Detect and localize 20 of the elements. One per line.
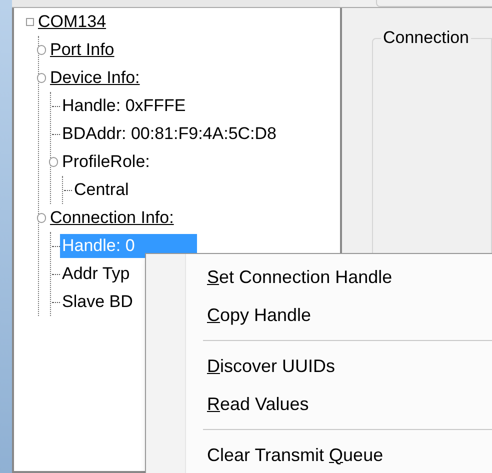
tree-item[interactable]: Handle: 0xFFFE xyxy=(60,94,188,118)
expander-icon[interactable] xyxy=(37,73,46,83)
tree-item[interactable]: Slave BD xyxy=(60,290,135,314)
menu-item[interactable]: Clear Transmit Queue xyxy=(146,436,492,473)
menu-item[interactable]: Discover UUIDs xyxy=(146,347,492,385)
tree-item[interactable]: Central xyxy=(72,178,131,202)
menu-item[interactable]: Set Connection Handle xyxy=(146,258,492,296)
expander-icon[interactable] xyxy=(49,157,58,167)
tree-item[interactable]: ProfileRole: xyxy=(60,150,152,174)
tree-item[interactable]: Addr Typ xyxy=(60,262,132,286)
tree-item[interactable]: BDAddr: 00:81:F9:4A:5C:D8 xyxy=(60,122,279,146)
tree-item[interactable]: Device Info: xyxy=(48,66,142,90)
tree-item[interactable]: Connection Info: xyxy=(48,206,176,230)
tree-item[interactable]: Port Info xyxy=(48,38,116,62)
expander-icon[interactable] xyxy=(26,18,34,26)
expander-icon[interactable] xyxy=(37,45,46,55)
menu-item[interactable]: Read Values xyxy=(146,385,492,423)
tree-item[interactable]: COM134 xyxy=(36,10,108,34)
menu-item[interactable]: Copy Handle xyxy=(146,296,492,334)
expander-icon[interactable] xyxy=(37,213,46,223)
